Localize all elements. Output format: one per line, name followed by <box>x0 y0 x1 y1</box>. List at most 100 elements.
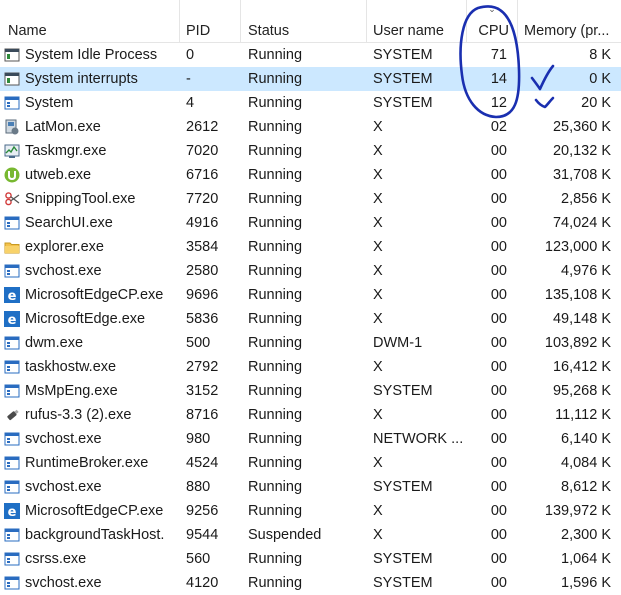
process-name: Taskmgr.exe <box>25 143 107 159</box>
status-cell: Running <box>248 431 303 447</box>
status-cell: Running <box>248 167 303 183</box>
pid-cell: 2612 <box>186 119 219 135</box>
pid-cell: 0 <box>186 47 195 63</box>
memory-cell: 4,084 K <box>561 455 611 471</box>
status-cell: Running <box>248 287 303 303</box>
edge-icon: e <box>4 287 20 304</box>
process-name: MicrosoftEdge.exe <box>25 311 146 327</box>
column-header-memory[interactable]: Memory (pr... <box>518 0 621 42</box>
table-row[interactable]: dwm.exe 500 Running DWM-1 00 103,892 K <box>0 331 621 355</box>
process-name-cell: svchost.exe <box>0 427 180 451</box>
column-header-name[interactable]: Name <box>0 0 180 42</box>
table-row[interactable]: svchost.exe 980 Running NETWORK ... 00 6,140 … <box>0 427 621 451</box>
user-name-cell: DWM-1 <box>373 335 423 351</box>
column-header-status-label: Status <box>248 23 290 39</box>
memory-cell: 139,972 K <box>544 503 611 519</box>
table-row[interactable]: e MicrosoftEdgeCP.exe 9696 Running X 00 135,10… <box>0 283 621 307</box>
user-name-cell: X <box>373 287 383 303</box>
status-cell: Running <box>248 119 303 135</box>
table-row[interactable]: csrss.exe 560 Running SYSTEM 00 1,064 K <box>0 547 621 571</box>
cpu-cell: 12 <box>490 95 507 111</box>
process-name-cell: taskhostw.exe <box>0 355 180 379</box>
cpu-cell: 00 <box>490 527 507 543</box>
pid-cell: 7020 <box>186 143 219 159</box>
table-row[interactable]: Taskmgr.exe 7020 Running X 00 20,132 K <box>0 139 621 163</box>
table-row[interactable]: LatMon.exe 2612 Running X 02 25,360 K <box>0 115 621 139</box>
table-row[interactable]: svchost.exe 880 Running SYSTEM 00 8,612 K <box>0 475 621 499</box>
blue-window-icon <box>4 431 20 447</box>
memory-cell: 123,000 K <box>544 239 611 255</box>
table-row[interactable]: e MicrosoftEdgeCP.exe 9256 Running X 00 139,97… <box>0 499 621 523</box>
pid-cell: 4916 <box>186 215 219 231</box>
status-cell: Suspended <box>248 527 322 543</box>
process-name-cell: SearchUI.exe <box>0 211 180 235</box>
process-name: svchost.exe <box>25 431 102 447</box>
table-row[interactable]: explorer.exe 3584 Running X 00 123,000 K <box>0 235 621 259</box>
pid-cell: 500 <box>186 335 211 351</box>
table-row[interactable]: rufus-3.3 (2).exe 8716 Running X 00 11,112 K <box>0 403 621 427</box>
table-row[interactable]: taskhostw.exe 2792 Running X 00 16,412 K <box>0 355 621 379</box>
table-row[interactable]: System 4 Running SYSTEM 12 20 K <box>0 91 621 115</box>
memory-cell: 16,412 K <box>552 359 611 375</box>
user-name-cell: X <box>373 527 383 543</box>
user-name-cell: X <box>373 215 383 231</box>
table-row[interactable]: MsMpEng.exe 3152 Running SYSTEM 00 95,268 K <box>0 379 621 403</box>
table-row[interactable]: utweb.exe 6716 Running X 00 31,708 K <box>0 163 621 187</box>
table-row[interactable]: RuntimeBroker.exe 4524 Running X 00 4,084 K <box>0 451 621 475</box>
column-header-user-name[interactable]: User name <box>367 0 467 42</box>
blue-window-icon <box>4 95 20 111</box>
cpu-cell: 71 <box>490 47 507 63</box>
process-name-cell: RuntimeBroker.exe <box>0 451 180 475</box>
cpu-cell: 00 <box>490 263 507 279</box>
status-cell: Running <box>248 503 303 519</box>
memory-cell: 4,976 K <box>561 263 611 279</box>
cpu-cell: 02 <box>490 119 507 135</box>
blue-window-icon <box>4 335 20 351</box>
pid-cell: 980 <box>186 431 211 447</box>
process-name: LatMon.exe <box>25 119 101 135</box>
table-row[interactable]: System interrupts - Running SYSTEM 14 0 K <box>0 67 621 91</box>
utorrent-icon <box>4 167 20 183</box>
process-name-cell: System Idle Process <box>0 43 180 67</box>
blue-window-icon <box>4 215 20 231</box>
status-cell: Running <box>248 71 303 87</box>
cpu-cell: 00 <box>490 407 507 423</box>
process-name: MicrosoftEdgeCP.exe <box>25 503 164 519</box>
user-name-cell: X <box>373 191 383 207</box>
process-name-cell: dwm.exe <box>0 331 180 355</box>
table-row[interactable]: SearchUI.exe 4916 Running X 00 74,024 K <box>0 211 621 235</box>
memory-cell: 20,132 K <box>552 143 611 159</box>
user-name-cell: SYSTEM <box>373 95 433 111</box>
table-row[interactable]: svchost.exe 2580 Running X 00 4,976 K <box>0 259 621 283</box>
table-row[interactable]: backgroundTaskHost. 9544 Suspended X 00 2,300… <box>0 523 621 547</box>
column-header-user-label: User name <box>373 23 444 39</box>
table-row[interactable]: SnippingTool.exe 7720 Running X 00 2,856 K <box>0 187 621 211</box>
pid-cell: 9696 <box>186 287 219 303</box>
table-row[interactable]: e MicrosoftEdge.exe 5836 Running X 00 49,148 K <box>0 307 621 331</box>
table-row[interactable]: svchost.exe 4120 Running SYSTEM 00 1,596 K <box>0 571 621 595</box>
user-name-cell: SYSTEM <box>373 383 433 399</box>
user-name-cell: X <box>373 143 383 159</box>
cpu-cell: 00 <box>490 479 507 495</box>
blue-window-icon <box>4 527 20 543</box>
user-name-cell: SYSTEM <box>373 479 433 495</box>
cpu-cell: 00 <box>490 239 507 255</box>
status-cell: Running <box>248 215 303 231</box>
cpu-cell: 00 <box>490 575 507 591</box>
table-row[interactable]: System Idle Process 0 Running SYSTEM 71 8 K <box>0 43 621 67</box>
column-header-pid[interactable]: PID <box>180 0 241 42</box>
column-header-status[interactable]: Status <box>241 0 367 42</box>
blue-window-icon <box>4 551 20 567</box>
process-name-cell: SnippingTool.exe <box>0 187 180 211</box>
pid-cell: 3152 <box>186 383 219 399</box>
pid-cell: 5836 <box>186 311 219 327</box>
blue-window-icon <box>4 575 20 591</box>
column-header-cpu[interactable]: ⌄ CPU <box>467 0 518 42</box>
pid-cell: 4120 <box>186 575 219 591</box>
edge-icon: e <box>4 503 20 520</box>
memory-cell: 74,024 K <box>552 215 611 231</box>
status-cell: Running <box>248 407 303 423</box>
pid-cell: 560 <box>186 551 211 567</box>
process-name: taskhostw.exe <box>25 359 117 375</box>
memory-cell: 2,300 K <box>561 527 611 543</box>
